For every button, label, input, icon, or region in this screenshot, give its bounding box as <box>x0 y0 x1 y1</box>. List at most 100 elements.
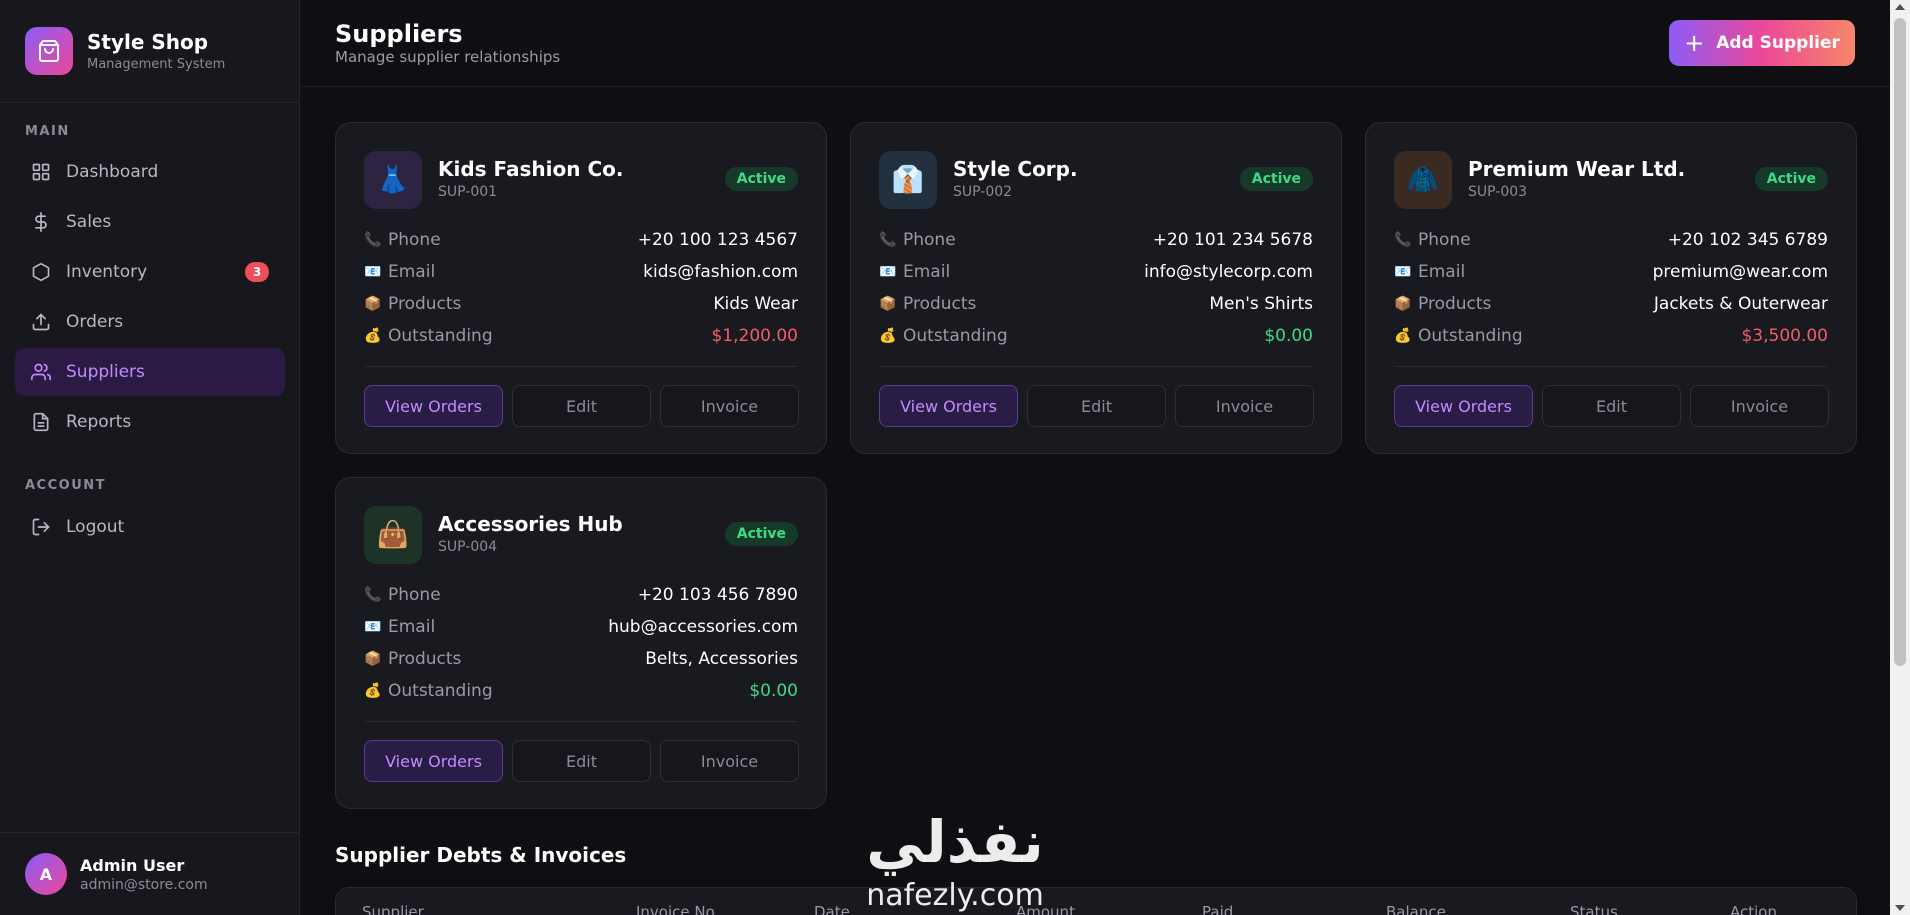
products-value: Kids Wear <box>713 294 798 314</box>
debts-table: Supplier Invoice No Date Amount Paid Bal… <box>335 887 1857 915</box>
status-badge: Active <box>724 522 798 546</box>
box-icon <box>30 261 52 283</box>
phone-label: Phone <box>903 230 956 250</box>
column-header: Date <box>814 903 850 915</box>
brand[interactable]: Style Shop Management System <box>0 0 299 103</box>
phone-icon: 📞 <box>879 232 897 248</box>
money-bag-icon: 💰 <box>1394 328 1412 344</box>
status-badge: Active <box>1754 167 1828 191</box>
package-icon: 📦 <box>364 296 382 312</box>
products-label: Products <box>388 649 462 669</box>
email-row: 📧 Email kids@fashion.com <box>364 260 798 284</box>
supplier-card: 👔 Style Corp. SUP-002 Active 📞 Phone +20 1… <box>850 122 1342 454</box>
divider <box>364 366 798 367</box>
email-row: 📧 Email hub@accessories.com <box>364 615 798 639</box>
phone-label: Phone <box>388 585 441 605</box>
page-title: Suppliers <box>335 20 463 48</box>
edit-button[interactable]: Edit <box>1027 385 1166 427</box>
sidebar-item-inventory[interactable]: Inventory 3 <box>15 248 285 296</box>
products-value: Men's Shirts <box>1209 294 1313 314</box>
money-bag-icon: 💰 <box>364 328 382 344</box>
invoice-button[interactable]: Invoice <box>1175 385 1314 427</box>
sidebar-item-reports[interactable]: Reports <box>15 398 285 446</box>
page-scrollbar[interactable] <box>1890 0 1910 915</box>
supplier-code: SUP-004 <box>438 539 498 555</box>
email-value: hub@accessories.com <box>608 617 798 637</box>
page-subtitle: Manage supplier relationships <box>335 48 561 66</box>
phone-icon: 📞 <box>364 587 382 603</box>
supplier-card: 👗 Kids Fashion Co. SUP-001 Active 📞 Phone… <box>335 122 827 454</box>
supplier-name: Accessories Hub <box>438 512 623 536</box>
sidebar: Style Shop Management System MAIN Dashbo… <box>0 0 300 915</box>
users-icon <box>30 361 52 383</box>
sidebar-item-logout[interactable]: Logout <box>15 503 285 551</box>
sidebar-item-sales[interactable]: Sales <box>15 198 285 246</box>
invoice-button[interactable]: Invoice <box>660 385 799 427</box>
supplier-name: Kids Fashion Co. <box>438 157 624 181</box>
scroll-up-arrow-icon[interactable] <box>1895 4 1905 10</box>
view-orders-button[interactable]: View Orders <box>879 385 1018 427</box>
products-value: Belts, Accessories <box>645 649 798 669</box>
user-name: Admin User <box>80 855 185 875</box>
dress-icon: 👗 <box>364 151 422 209</box>
user-profile[interactable]: A Admin User admin@store.com <box>0 832 300 915</box>
sidebar-item-label: Inventory <box>66 262 148 282</box>
view-orders-button[interactable]: View Orders <box>364 385 503 427</box>
file-icon <box>30 411 52 433</box>
outstanding-row: 💰 Outstanding $0.00 <box>364 679 798 703</box>
plus-icon: + <box>1684 29 1705 57</box>
phone-value: +20 100 123 4567 <box>637 230 798 250</box>
watermark-arabic: نفذلي <box>866 808 1043 876</box>
brand-subtitle: Management System <box>87 57 226 72</box>
sidebar-item-dashboard[interactable]: Dashboard <box>15 148 285 196</box>
products-row: 📦 Products Men's Shirts <box>879 292 1313 316</box>
products-row: 📦 Products Jackets & Outerwear <box>1394 292 1828 316</box>
sidebar-item-suppliers[interactable]: Suppliers <box>15 348 285 396</box>
sidebar-item-label: Reports <box>66 412 132 432</box>
phone-row: 📞 Phone +20 103 456 7890 <box>364 583 798 607</box>
email-value: info@stylecorp.com <box>1144 262 1313 282</box>
outstanding-value: $3,500.00 <box>1741 326 1828 346</box>
phone-value: +20 102 345 6789 <box>1667 230 1828 250</box>
email-icon: 📧 <box>1394 264 1412 280</box>
view-orders-button[interactable]: View Orders <box>1394 385 1533 427</box>
divider <box>1394 366 1828 367</box>
phone-label: Phone <box>1418 230 1471 250</box>
invoice-button[interactable]: Invoice <box>1690 385 1829 427</box>
edit-button[interactable]: Edit <box>1542 385 1681 427</box>
invoice-button[interactable]: Invoice <box>660 740 799 782</box>
email-value: premium@wear.com <box>1652 262 1828 282</box>
view-orders-button[interactable]: View Orders <box>364 740 503 782</box>
edit-button[interactable]: Edit <box>512 385 651 427</box>
column-header: Action <box>1730 903 1777 915</box>
supplier-code: SUP-002 <box>953 184 1013 200</box>
email-row: 📧 Email info@stylecorp.com <box>879 260 1313 284</box>
phone-value: +20 103 456 7890 <box>637 585 798 605</box>
sidebar-item-orders[interactable]: Orders <box>15 298 285 346</box>
column-header: Status <box>1570 903 1618 915</box>
status-badge: Active <box>724 167 798 191</box>
supplier-name: Style Corp. <box>953 157 1078 181</box>
supplier-code: SUP-001 <box>438 184 498 200</box>
shopping-bag-icon <box>25 27 73 75</box>
outstanding-row: 💰 Outstanding $0.00 <box>879 324 1313 348</box>
add-supplier-label: Add Supplier <box>1716 33 1840 53</box>
supplier-card: 👜 Accessories Hub SUP-004 Active 📞 Phone +… <box>335 477 827 809</box>
status-badge: Active <box>1239 167 1313 191</box>
phone-icon: 📞 <box>364 232 382 248</box>
add-supplier-button[interactable]: + Add Supplier <box>1669 20 1855 66</box>
logout-icon <box>30 516 52 538</box>
brand-title: Style Shop <box>87 30 209 54</box>
scroll-thumb[interactable] <box>1894 18 1906 666</box>
products-label: Products <box>388 294 462 314</box>
edit-button[interactable]: Edit <box>512 740 651 782</box>
phone-row: 📞 Phone +20 102 345 6789 <box>1394 228 1828 252</box>
outstanding-row: 💰 Outstanding $1,200.00 <box>364 324 798 348</box>
products-label: Products <box>903 294 977 314</box>
avatar: A <box>25 853 67 895</box>
scroll-down-arrow-icon[interactable] <box>1895 905 1905 911</box>
package-icon: 📦 <box>364 651 382 667</box>
email-label: Email <box>903 262 951 282</box>
app: Style Shop Management System MAIN Dashbo… <box>0 0 1910 915</box>
coat-icon: 🧥 <box>1394 151 1452 209</box>
